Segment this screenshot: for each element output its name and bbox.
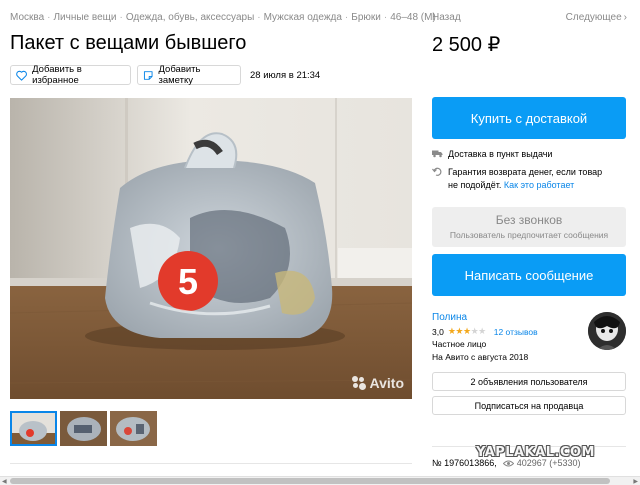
thumbnail-image — [10, 411, 57, 446]
listing-page: Москва · Личные вещи · Одежда, обувь, аксесс… — [0, 0, 640, 485]
breadcrumb-separator: · — [47, 12, 51, 23]
scroll-left-arrow-icon[interactable]: ◀ — [2, 478, 7, 485]
no-calls-subtitle: Пользователь предпочитает сообщения — [449, 230, 609, 240]
thumbnail-2[interactable] — [60, 411, 107, 446]
reviews-link[interactable]: 12 отзывов — [494, 327, 538, 337]
avito-logo-icon — [351, 376, 366, 390]
note-icon — [143, 70, 153, 80]
thumbnail-1[interactable] — [10, 411, 57, 446]
rating-value: 3,0 — [432, 326, 444, 337]
avito-watermark-text: Avito — [369, 375, 404, 391]
back-link[interactable]: Назад — [432, 12, 461, 23]
subscribe-to-seller-button[interactable]: Подписаться на продавца — [432, 396, 626, 415]
breadcrumb-separator: · — [257, 12, 261, 23]
guarantee-text: Гарантия возврата денег, если товар не п… — [448, 166, 610, 192]
seller-rating: 3,0 ★★★★★ 12 отзывов — [432, 326, 538, 337]
add-to-favorites-label: Добавить в избранное — [32, 64, 82, 86]
avatar-image — [588, 312, 626, 350]
yaplakal-watermark: YAPLAKAL.COM — [476, 445, 595, 460]
return-icon — [432, 167, 442, 176]
seller-type: Частное лицо — [432, 339, 487, 349]
breadcrumb-item-size[interactable]: 46–48 (M) — [390, 12, 436, 23]
breadcrumb-item-city[interactable]: Москва — [10, 12, 44, 23]
breadcrumb-item-trousers[interactable]: Брюки — [351, 12, 381, 23]
heart-icon — [16, 70, 27, 81]
thumbnail-strip — [10, 411, 157, 446]
svg-text:5: 5 — [178, 261, 198, 302]
next-link[interactable]: Следующее › — [566, 12, 627, 23]
no-calls-notice: Без звонков Пользователь предпочитает со… — [432, 207, 626, 247]
page-title: Пакет с вещами бывшего — [10, 32, 247, 54]
add-note-button[interactable]: Добавить заметку — [137, 64, 241, 86]
thumbnail-image — [110, 411, 157, 446]
user-ads-button[interactable]: 2 объявления пользователя — [432, 372, 626, 391]
scroll-right-arrow-icon[interactable]: ▶ — [633, 478, 638, 485]
star-empty-icon: ★ — [470, 326, 479, 336]
delivery-info: Доставка в пункт выдачи — [432, 148, 552, 161]
star-rating: ★★★★★ — [448, 326, 486, 337]
add-note-label: Добавить заметку — [158, 64, 201, 86]
guarantee-info: Гарантия возврата денег, если товар не п… — [432, 166, 610, 192]
delivery-text: Доставка в пункт выдачи — [448, 149, 553, 159]
breadcrumb-separator: · — [119, 12, 123, 23]
chevron-right-icon: › — [623, 12, 627, 23]
avito-watermark: Avito — [351, 375, 404, 391]
seller-name-link[interactable]: Полина — [432, 312, 467, 323]
eye-icon — [502, 460, 514, 466]
breadcrumb-separator: · — [383, 12, 388, 23]
add-to-favorites-button[interactable]: Добавить в избранное — [10, 64, 131, 86]
breadcrumb-item-mens[interactable]: Мужская одежда — [264, 12, 342, 23]
write-message-button[interactable]: Написать сообщение — [432, 254, 626, 296]
avatar[interactable] — [588, 312, 626, 350]
listing-date: 28 июля в 21:34 — [250, 70, 321, 81]
next-link-label: Следующее — [565, 12, 622, 23]
divider — [10, 463, 412, 464]
thumbnail-3[interactable] — [110, 411, 157, 446]
star-empty-icon: ★ — [478, 326, 486, 336]
bag-photo-image: 5 — [10, 98, 412, 399]
buy-with-delivery-button[interactable]: Купить с доставкой — [432, 97, 626, 139]
horizontal-scrollbar[interactable]: ◀ ▶ — [0, 476, 640, 485]
star-filled-icon: ★ — [455, 326, 463, 336]
how-it-works-link[interactable]: Как это работает — [504, 180, 574, 190]
breadcrumb-item-clothing[interactable]: Одежда, обувь, аксессуары — [126, 12, 254, 23]
truck-icon — [432, 150, 443, 158]
no-calls-title: Без звонков — [495, 213, 563, 227]
star-filled-icon: ★ — [462, 326, 471, 336]
main-photo[interactable]: 5 Avito — [10, 98, 412, 399]
breadcrumb-item-personal[interactable]: Личные вещи — [53, 12, 116, 23]
scrollbar-thumb[interactable] — [10, 478, 610, 484]
seller-since: На Авито с августа 2018 — [432, 352, 529, 362]
price: 2 500 ₽ — [432, 34, 501, 56]
breadcrumb-separator: · — [344, 12, 349, 23]
breadcrumb: Москва · Личные вещи · Одежда, обувь, аксесс… — [10, 12, 436, 23]
thumbnail-image — [60, 411, 107, 446]
